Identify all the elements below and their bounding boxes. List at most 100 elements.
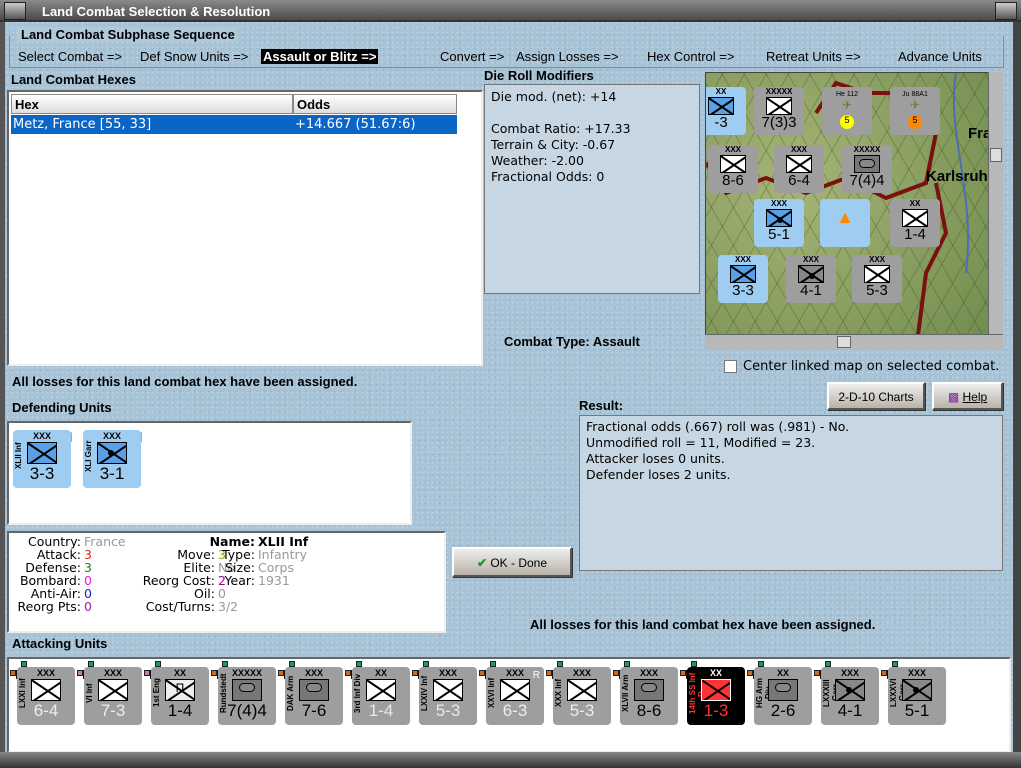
unit-counter[interactable]: XXXXX 7(4)4 bbox=[842, 145, 892, 193]
die-roll-line: Combat Ratio: +17.33 bbox=[491, 121, 631, 136]
attacking-unit[interactable]: XXX InfXXX5-3No effect bbox=[546, 661, 611, 725]
system-menu-button[interactable] bbox=[4, 2, 26, 20]
unit-name: XXVI Inf bbox=[487, 677, 496, 709]
ok-label: OK - Done bbox=[490, 556, 548, 570]
unit-name: DAK Arm bbox=[286, 675, 295, 711]
unit-counter[interactable]: 1st Eng XX Π 1-4 bbox=[151, 667, 209, 725]
status-dot-icon bbox=[881, 670, 887, 676]
attacking-unit[interactable]: LXXXVI GarrXXX5-1No effect bbox=[881, 661, 946, 725]
unit-counter[interactable]: XX -3 bbox=[706, 87, 746, 135]
combat-type-label: Combat Type: bbox=[504, 334, 590, 349]
unit-counter[interactable]: XX 1-4 bbox=[890, 199, 940, 247]
subphase-step: Assign Losses => bbox=[516, 49, 619, 64]
checkmark-icon: ✔ bbox=[476, 556, 487, 570]
attacking-unit[interactable]: LXXIV InfXXX5-3No effect bbox=[412, 661, 477, 725]
air-strength: 5 bbox=[840, 115, 854, 129]
combat-target-hex[interactable]: ▲ bbox=[820, 199, 870, 247]
air-unit[interactable]: Ju 88A1 ✈ 5 bbox=[890, 87, 940, 135]
unit-counter[interactable]: 14th SS Inf D.XX1-3 bbox=[687, 667, 745, 725]
unit-counter[interactable]: XLVII Arm XXX 8-6 bbox=[620, 667, 678, 725]
attacking-unit[interactable]: VI InfXXX7-3No effect bbox=[77, 661, 142, 725]
infantry-symbol-icon bbox=[31, 679, 61, 701]
subphase-step: Select Combat => bbox=[18, 49, 123, 64]
infantry-symbol-icon bbox=[701, 679, 731, 701]
unit-strength: 7(3)3 bbox=[761, 114, 797, 131]
center-map-checkbox[interactable] bbox=[724, 360, 737, 373]
unit-counter[interactable]: 3rd Inf Div XX 1-4 bbox=[352, 667, 410, 725]
unit-size: XXX bbox=[724, 145, 741, 154]
attacking-unit[interactable]: XXVI InfXXXR6-3No effect bbox=[479, 661, 544, 725]
losses-message: All losses for this land combat hex have… bbox=[12, 374, 358, 389]
attacking-unit[interactable]: RundstedtXXXXX7(4)4No effect bbox=[211, 661, 276, 725]
die-roll-line: Die mod. (net): +14 bbox=[491, 89, 617, 104]
attacking-unit[interactable]: 3rd Inf DivXX1-4No effect bbox=[345, 661, 410, 725]
window-frame-right bbox=[1013, 22, 1021, 768]
unit-counter[interactable]: DAK Arm XXX 7-6 bbox=[285, 667, 343, 725]
unit-counter[interactable]: XXX Inf XXX 5-3 bbox=[553, 667, 611, 725]
subphase-title: Land Combat Subphase Sequence bbox=[18, 27, 238, 42]
unit-counter[interactable]: LXXIV Inf XXX 5-3 bbox=[419, 667, 477, 725]
subphase-step: Def Snow Units => bbox=[140, 49, 249, 64]
close-button[interactable] bbox=[995, 2, 1017, 20]
status-dot-icon bbox=[546, 670, 552, 676]
scroll-thumb[interactable] bbox=[990, 148, 1002, 162]
unit-strength: 7(4)4 bbox=[849, 172, 885, 189]
scroll-thumb[interactable] bbox=[837, 336, 851, 348]
unit-counter[interactable]: XXX 3-3 bbox=[718, 255, 768, 303]
die-roll-panel: Die mod. (net): +14 Combat Ratio: +17.33 T… bbox=[484, 84, 700, 294]
air-unit[interactable]: He 112 ✈ 5 bbox=[822, 87, 872, 135]
unit-name: XLVII Arm bbox=[621, 674, 630, 712]
unit-counter[interactable]: XXX 5-1 bbox=[754, 199, 804, 247]
charts-button[interactable]: 2-D-10 Charts bbox=[827, 382, 925, 410]
unit-name: VI Inf bbox=[85, 683, 94, 703]
infantry-symbol-icon bbox=[766, 97, 792, 115]
unit-counter[interactable]: XXX 6-4 bbox=[774, 145, 824, 193]
bottom-frame bbox=[0, 752, 1021, 768]
losses-message-2: All losses for this land combat hex have… bbox=[530, 617, 876, 632]
ok-done-button[interactable]: ✔ OK - Done bbox=[452, 547, 572, 577]
air-strength: 5 bbox=[908, 115, 922, 129]
garrison-symbol-icon bbox=[835, 679, 865, 701]
attacking-unit[interactable]: HG Arm DivXX2-6No effect bbox=[747, 661, 812, 725]
status-dot-icon bbox=[747, 670, 753, 676]
unit-counter[interactable]: XXXXX 7(3)3 bbox=[754, 87, 804, 135]
infantry-symbol-icon bbox=[864, 265, 890, 283]
help-button[interactable]: ▩ Help bbox=[932, 382, 1003, 410]
linked-map[interactable]: Karlsruh Fra XXXXX 7(3)3 XX -3 XXX 8-6 XXX 6-4 X… bbox=[705, 72, 1003, 350]
map-vertical-scrollbar[interactable] bbox=[988, 72, 1003, 334]
attacking-unit[interactable]: LXXXIII GarrXXX4-1No effect bbox=[814, 661, 879, 725]
defending-unit[interactable]: XLII InfXXX3-3Destroyed bbox=[13, 430, 72, 488]
status-dot-icon bbox=[144, 670, 150, 676]
unit-strength: 6-4 bbox=[788, 172, 810, 189]
unit-counter[interactable]: XLII Inf XXX 3-3 bbox=[13, 430, 71, 488]
unit-counter[interactable]: VI Inf XXX 7-3 bbox=[84, 667, 142, 725]
infantry-symbol-icon bbox=[708, 97, 734, 115]
attacking-unit[interactable]: LXXI InfXXX6-4No effect bbox=[10, 661, 75, 725]
attacking-unit[interactable]: 14th SS Inf D.XX1-3No effect bbox=[680, 661, 745, 725]
result-line: Defender loses 2 units. bbox=[586, 467, 731, 482]
column-header-hex[interactable]: Hex bbox=[11, 94, 293, 114]
column-header-odds[interactable]: Odds bbox=[293, 94, 457, 114]
unit-counter[interactable]: XXX 5-3 bbox=[852, 255, 902, 303]
attacking-unit[interactable]: 1st EngXXΠ1-4No effect bbox=[144, 661, 209, 725]
infantry-symbol-icon bbox=[567, 679, 597, 701]
attacking-unit[interactable]: XLVII ArmXXX8-6No effect bbox=[613, 661, 678, 725]
unit-counter[interactable]: HG Arm DivXX2-6 bbox=[754, 667, 812, 725]
unit-counter[interactable]: XLI Garr XXX 3-1 bbox=[83, 430, 141, 488]
info-key: Reorg Pts: bbox=[17, 599, 81, 614]
unit-counter[interactable]: LXXXIII GarrXXX4-1 bbox=[821, 667, 879, 725]
unit-counter[interactable]: XXX 4-1 bbox=[786, 255, 836, 303]
attacking-unit[interactable]: DAK ArmXXX7-6No effect bbox=[278, 661, 343, 725]
hexes-title: Land Combat Hexes bbox=[11, 72, 136, 87]
unit-counter[interactable]: Rundstedt XXXXX 7(4)4 bbox=[218, 667, 276, 725]
info-value: 0 bbox=[84, 599, 92, 614]
map-horizontal-scrollbar[interactable] bbox=[705, 334, 1003, 350]
unit-counter[interactable]: XXVI Inf XXX R 6-3 bbox=[486, 667, 544, 725]
table-row[interactable]: Metz, France [55, 33] +14.667 (51.67:6) bbox=[11, 115, 457, 134]
defending-unit[interactable]: XLI GarrXXX3-1Destroyed bbox=[83, 430, 142, 488]
garrison-symbol-icon bbox=[766, 209, 792, 227]
unit-counter[interactable]: XXX 8-6 bbox=[708, 145, 758, 193]
status-dot-icon bbox=[77, 670, 83, 676]
unit-counter[interactable]: LXXI Inf XXX 6-4 bbox=[17, 667, 75, 725]
unit-counter[interactable]: LXXXVI GarrXXX5-1 bbox=[888, 667, 946, 725]
